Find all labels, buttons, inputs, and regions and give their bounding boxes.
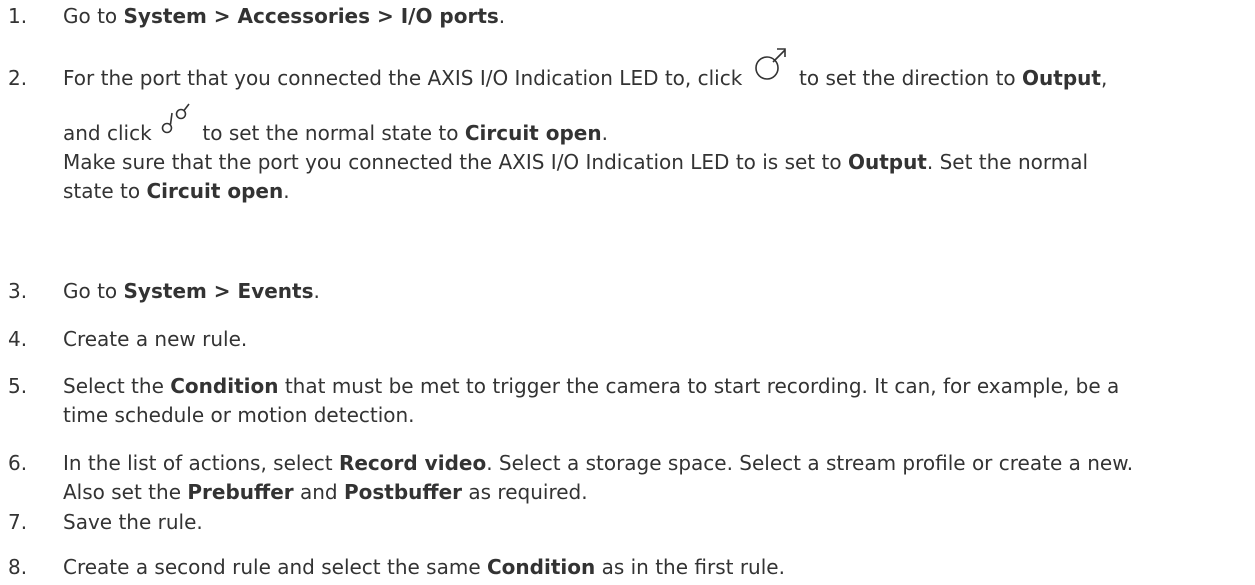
menu-path: System > Events bbox=[123, 279, 314, 303]
step-number: 4. bbox=[8, 327, 28, 351]
step-number: 5. bbox=[8, 374, 28, 398]
step-line: and click to set the normal state to Cir… bbox=[63, 103, 1107, 148]
step-number: 2. bbox=[8, 66, 28, 90]
step-number: 7. bbox=[8, 510, 28, 534]
step-text: In the list of actions, select Record vi… bbox=[63, 449, 1133, 507]
step-number: 8. bbox=[8, 555, 28, 579]
step-line: Make sure that the port you connected th… bbox=[63, 150, 1089, 174]
step-text: Create a new rule. bbox=[63, 327, 248, 351]
step-line: In the list of actions, select Record vi… bbox=[63, 451, 1134, 475]
step-line: Select the Condition that must be met to… bbox=[63, 374, 1120, 398]
step-text: Go to System > Accessories > I/O ports. bbox=[63, 4, 506, 28]
step-number: 6. bbox=[8, 451, 28, 475]
step-number: 3. bbox=[8, 279, 28, 303]
menu-path: System > Accessories > I/O ports bbox=[123, 4, 499, 28]
step-line: Also set the Prebuffer and Postbuffer as… bbox=[63, 480, 588, 504]
output-direction-icon bbox=[751, 48, 789, 93]
step-text: Save the rule. bbox=[63, 510, 203, 534]
step-line: For the port that you connected the AXIS… bbox=[63, 48, 1107, 93]
step-text: For the port that you connected the AXIS… bbox=[63, 48, 1107, 206]
step-text: Create a second rule and select the same… bbox=[63, 555, 785, 579]
step-line: time schedule or motion detection. bbox=[63, 403, 415, 427]
step-text: Select the Condition that must be met to… bbox=[63, 372, 1119, 430]
circuit-open-icon bbox=[160, 103, 192, 148]
step-number: 1. bbox=[8, 4, 28, 28]
instruction-list: 1. Go to System > Accessories > I/O port… bbox=[0, 0, 1255, 585]
step-text: Go to System > Events. bbox=[63, 279, 320, 303]
step-line: state to Circuit open. bbox=[63, 179, 290, 203]
